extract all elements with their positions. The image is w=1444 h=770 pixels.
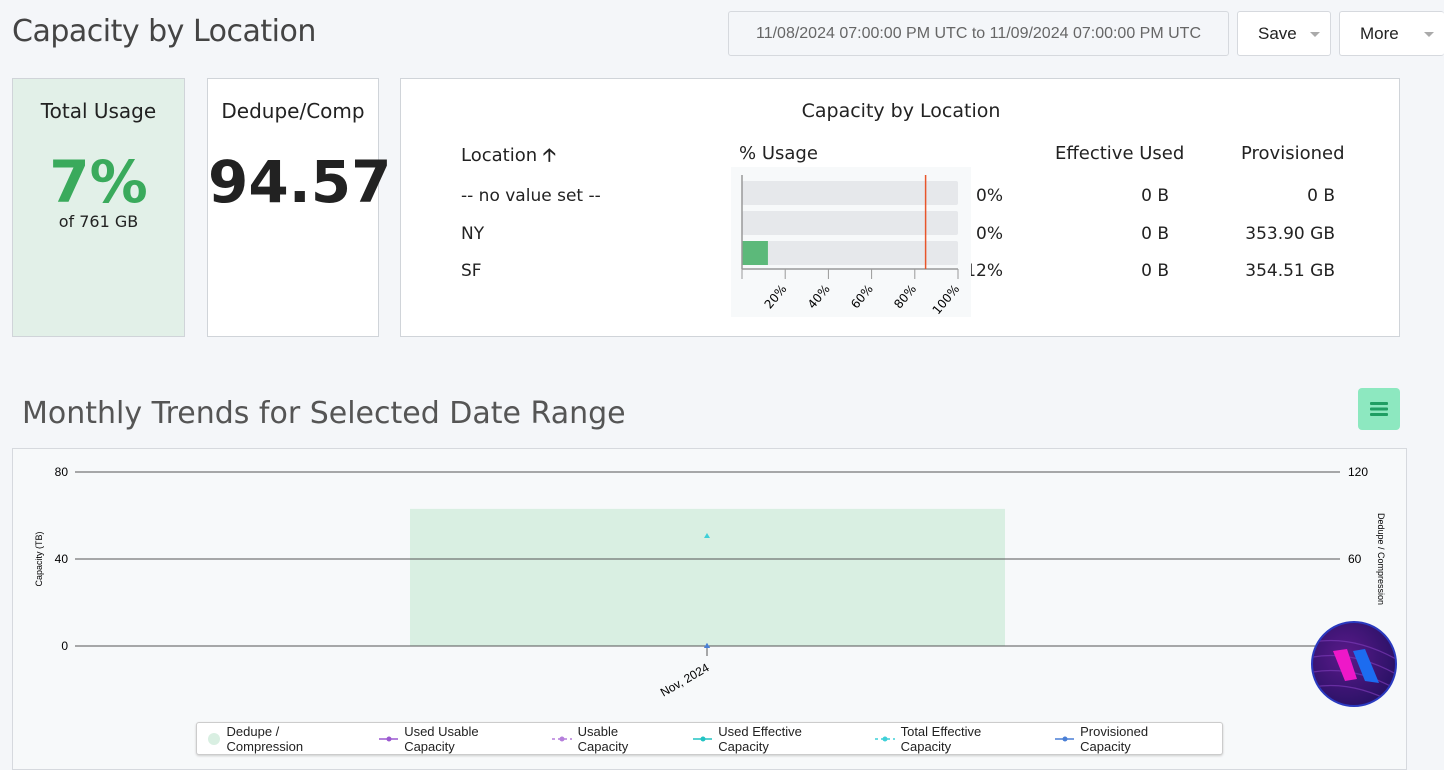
legend-item[interactable]: Used Effective Capacity [692,723,851,754]
legend-line-icon [1054,736,1075,741]
legend-label: Used Usable Capacity [404,723,479,754]
trends-chart: 0 40 80 60 120 Capacity (TB) Dedupe / Compress… [34,465,1386,700]
legend-item[interactable]: Usable Capacity [552,724,669,754]
y2-axis-label: Dedupe / Compression [1376,513,1386,605]
legend-item[interactable]: Dedupe / Compression [207,724,355,754]
x-tick-label: Nov, 2024 [658,660,712,699]
legend-label: Usable Capacity [577,723,629,754]
legend-line-icon [378,736,399,741]
legend-line-icon [875,736,895,741]
y2-tick-label: 60 [1348,552,1362,566]
legend-item[interactable]: Provisioned Capacity [1054,723,1198,754]
assistant-logo-button[interactable] [1311,621,1397,707]
dedupe-bar[interactable] [410,508,1005,646]
logo-icon [1313,639,1395,705]
legend-circle-icon [208,732,220,745]
legend-label: Total Effective Capacity [900,723,982,754]
legend-item[interactable]: Used Usable Capacity [378,723,528,754]
legend-label: Provisioned Capacity [1080,723,1149,754]
y2-tick-label: 120 [1348,465,1368,479]
y-axis-label: Capacity (TB) [34,531,44,586]
legend-label: Dedupe / Compression [226,723,304,754]
y-tick-label: 80 [55,465,69,479]
legend-line-icon [692,736,713,741]
legend-item[interactable]: Total Effective Capacity [875,724,1031,754]
y-tick-label: 40 [55,552,69,566]
y-tick-label: 0 [61,639,68,653]
legend-line-icon [552,736,572,741]
chart-legend: Dedupe / Compression Used Usable Capacity… [196,722,1223,755]
legend-label: Used Effective Capacity [718,723,802,754]
